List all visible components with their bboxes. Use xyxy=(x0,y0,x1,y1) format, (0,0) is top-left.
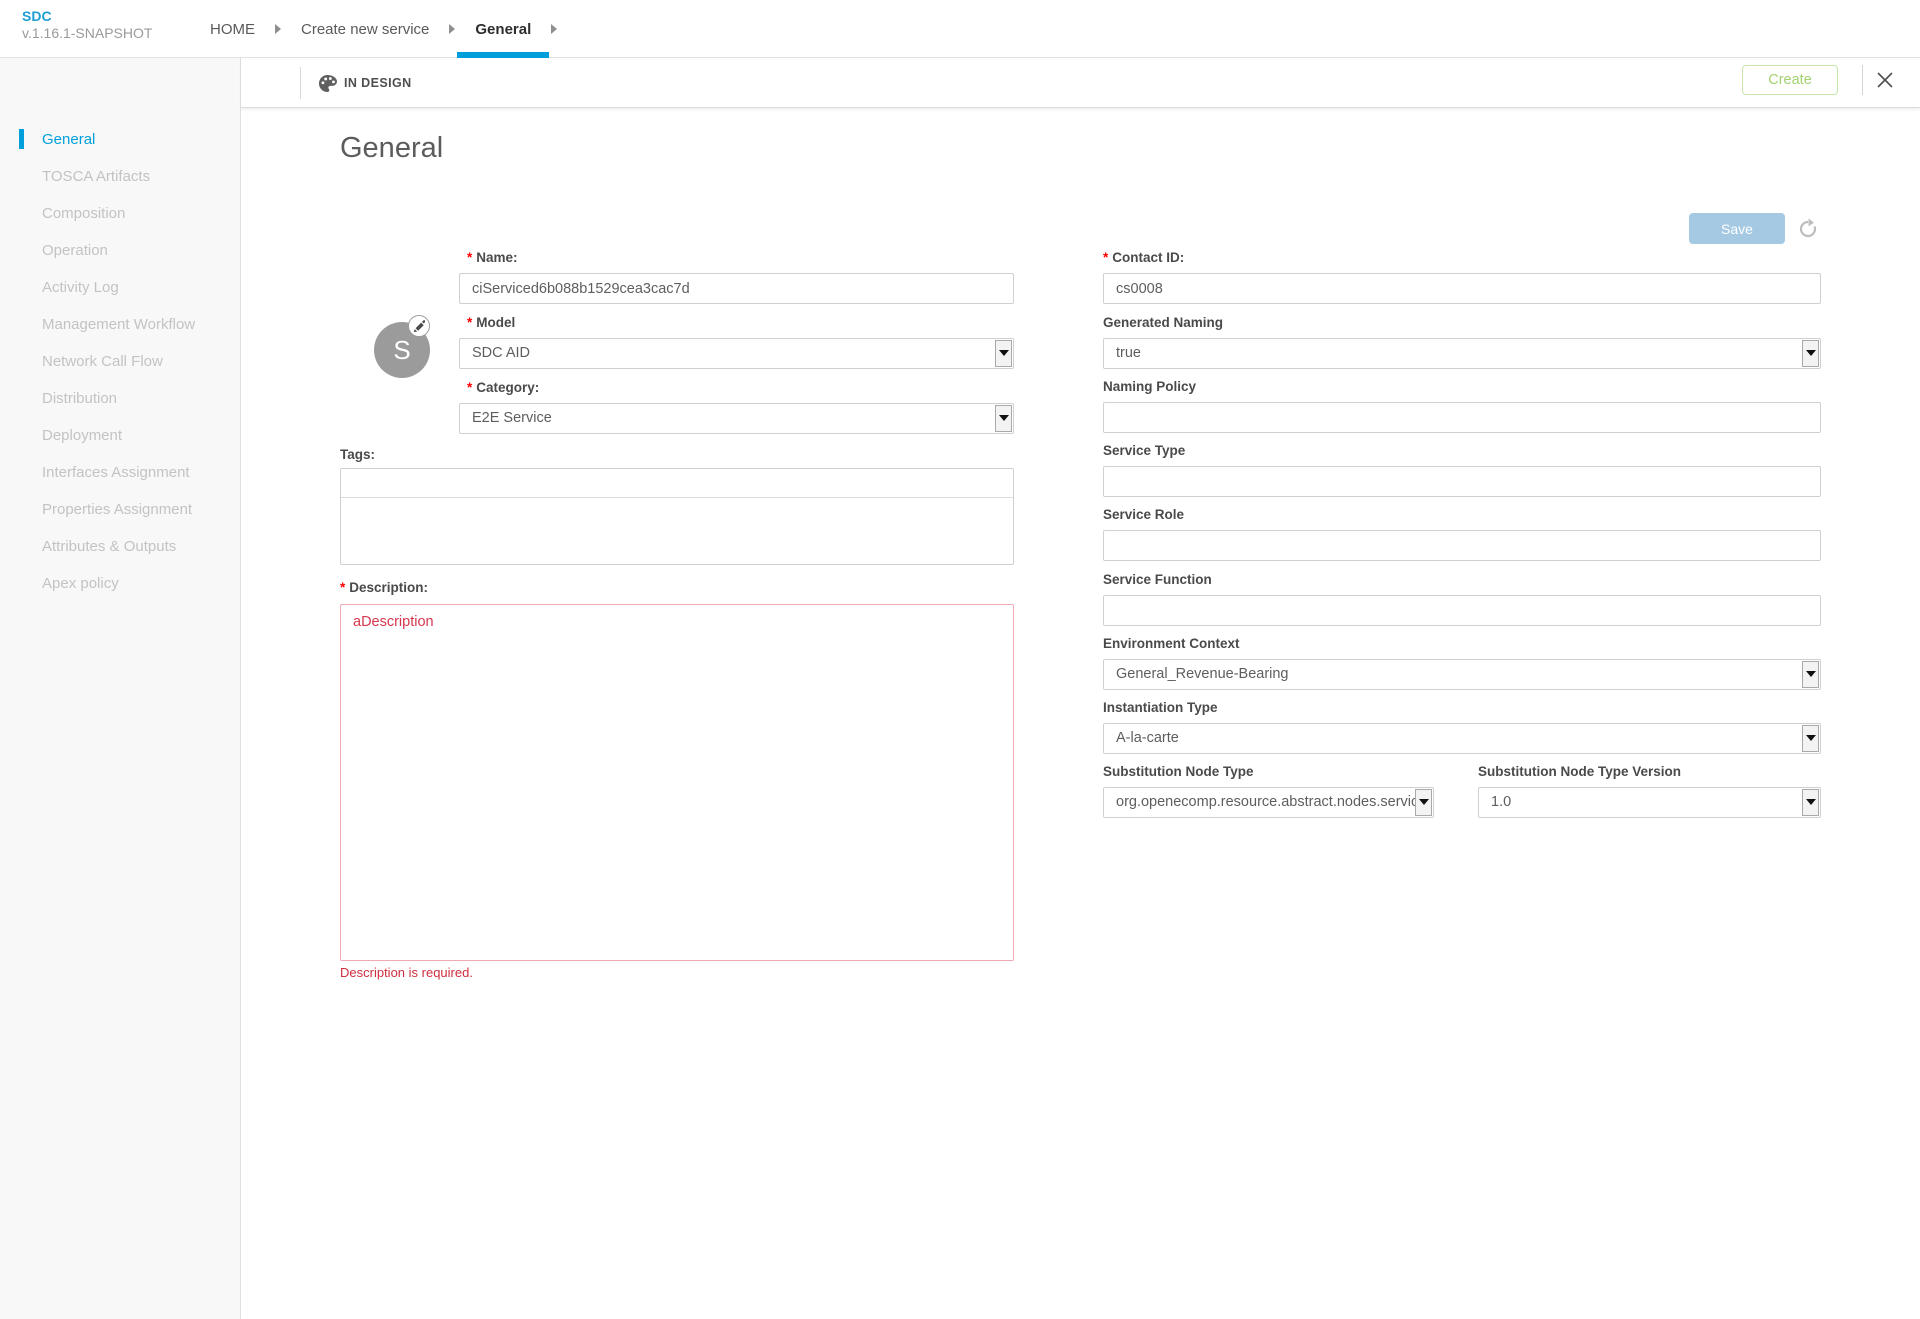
dropdown-arrow-icon xyxy=(995,405,1012,432)
sidebar-item-tosca-artifacts[interactable]: TOSCA Artifacts xyxy=(0,158,240,195)
instantiation-type-select[interactable]: A-la-carte xyxy=(1103,723,1821,754)
divider xyxy=(300,67,301,99)
environment-context-select[interactable]: General_Revenue-Bearing xyxy=(1103,659,1821,690)
breadcrumb-tab-general[interactable]: General xyxy=(457,0,549,58)
environment-context-label: Environment Context xyxy=(1103,636,1240,651)
service-function-input[interactable] xyxy=(1103,595,1821,626)
sidebar-item-operation[interactable]: Operation xyxy=(0,232,240,269)
naming-policy-input[interactable] xyxy=(1103,402,1821,433)
sidebar-item-interfaces-assignment[interactable]: Interfaces Assignment xyxy=(0,454,240,491)
sidebar-item-attributes-outputs[interactable]: Attributes & Outputs xyxy=(0,528,240,565)
generated-naming-select[interactable]: true xyxy=(1103,338,1821,369)
substitution-node-type-label: Substitution Node Type xyxy=(1103,764,1254,779)
tags-input[interactable] xyxy=(341,469,1013,498)
palette-icon xyxy=(318,74,337,93)
category-select[interactable]: E2E Service xyxy=(459,403,1014,434)
dropdown-arrow-icon xyxy=(1802,661,1819,688)
description-label: *Description: xyxy=(340,580,428,595)
description-error: Description is required. xyxy=(340,965,473,980)
sdc-general-page: SDC v.1.16.1-SNAPSHOT HOME Create new se… xyxy=(0,0,1920,1319)
dropdown-arrow-icon xyxy=(1802,789,1819,816)
dropdown-arrow-icon xyxy=(995,340,1012,367)
generated-naming-label: Generated Naming xyxy=(1103,315,1223,330)
create-button[interactable]: Create xyxy=(1742,65,1838,95)
service-type-input[interactable] xyxy=(1103,466,1821,497)
contact-id-label: *Contact ID: xyxy=(1103,250,1184,265)
save-button[interactable]: Save xyxy=(1689,213,1785,244)
breadcrumb: HOME Create new service General xyxy=(192,0,559,58)
naming-policy-label: Naming Policy xyxy=(1103,379,1196,394)
lifecycle-status: IN DESIGN xyxy=(318,58,412,108)
name-label: *Name: xyxy=(467,250,518,265)
sidebar-item-distribution[interactable]: Distribution xyxy=(0,380,240,417)
breadcrumb-separator-icon xyxy=(275,24,281,34)
sidebar-menu: General TOSCA Artifacts Composition Oper… xyxy=(0,121,240,602)
sidebar-item-apex-policy[interactable]: Apex policy xyxy=(0,565,240,602)
app-name: SDC xyxy=(22,8,152,25)
breadcrumb-tab-create-new-service[interactable]: Create new service xyxy=(283,0,447,58)
sidebar-item-composition[interactable]: Composition xyxy=(0,195,240,232)
breadcrumb-tab-home[interactable]: HOME xyxy=(192,0,273,58)
substitution-node-type-select[interactable]: org.openecomp.resource.abstract.nodes.se… xyxy=(1103,787,1434,818)
sidebar-item-properties-assignment[interactable]: Properties Assignment xyxy=(0,491,240,528)
service-role-input[interactable] xyxy=(1103,530,1821,561)
sidebar-item-deployment[interactable]: Deployment xyxy=(0,417,240,454)
dropdown-arrow-icon xyxy=(1802,725,1819,752)
top-header: SDC v.1.16.1-SNAPSHOT HOME Create new se… xyxy=(0,0,1920,58)
instantiation-type-label: Instantiation Type xyxy=(1103,700,1218,715)
model-select[interactable]: SDC AID xyxy=(459,338,1014,369)
sidebar-item-activity-log[interactable]: Activity Log xyxy=(0,269,240,306)
close-button[interactable] xyxy=(1876,68,1900,92)
refresh-icon xyxy=(1797,218,1819,240)
breadcrumb-separator-icon xyxy=(551,24,557,34)
sidebar-item-management-workflow[interactable]: Management Workflow xyxy=(0,306,240,343)
sidebar: General TOSCA Artifacts Composition Oper… xyxy=(0,58,241,1319)
close-icon xyxy=(1876,71,1894,89)
status-label: IN DESIGN xyxy=(344,76,412,90)
model-label: *Model xyxy=(467,315,515,330)
substitution-node-type-version-label: Substitution Node Type Version xyxy=(1478,764,1681,779)
category-label: *Category: xyxy=(467,380,539,395)
service-type-label: Service Type xyxy=(1103,443,1185,458)
dropdown-arrow-icon xyxy=(1415,789,1432,816)
dropdown-arrow-icon xyxy=(1802,340,1819,367)
tags-container xyxy=(340,468,1014,565)
avatar-edit-button[interactable] xyxy=(408,315,430,337)
active-tab-underline xyxy=(457,52,549,58)
service-function-label: Service Function xyxy=(1103,572,1212,587)
name-input[interactable] xyxy=(459,273,1014,304)
sidebar-item-general[interactable]: General xyxy=(0,121,240,158)
contact-id-input[interactable] xyxy=(1103,273,1821,304)
revert-button[interactable] xyxy=(1797,217,1821,241)
tags-label: Tags: xyxy=(340,447,375,462)
breadcrumb-separator-icon xyxy=(449,24,455,34)
divider xyxy=(1862,65,1863,95)
app-logo: SDC v.1.16.1-SNAPSHOT xyxy=(22,8,152,42)
pencil-icon xyxy=(413,320,425,332)
substitution-node-type-version-select[interactable]: 1.0 xyxy=(1478,787,1821,818)
active-item-bar xyxy=(19,129,24,149)
app-version: v.1.16.1-SNAPSHOT xyxy=(22,25,152,42)
description-textarea[interactable]: aDescription xyxy=(340,604,1014,961)
status-bar: IN DESIGN Create xyxy=(241,58,1920,108)
service-role-label: Service Role xyxy=(1103,507,1184,522)
sidebar-item-network-call-flow[interactable]: Network Call Flow xyxy=(0,343,240,380)
page-title: General xyxy=(340,132,443,165)
